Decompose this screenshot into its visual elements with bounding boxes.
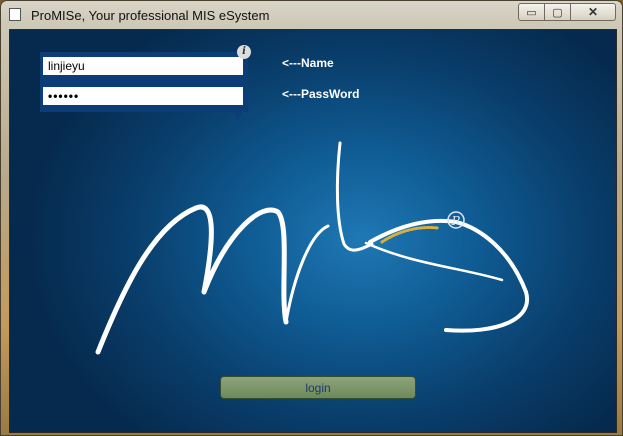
window-title: ProMISe, Your professional MIS eSystem: [31, 8, 270, 23]
app-window: ProMISe, Your professional MIS eSystem ▭…: [0, 0, 623, 436]
close-button[interactable]: ✕: [571, 3, 616, 21]
password-label: <---PassWord: [282, 87, 360, 101]
maximize-icon: ▢: [552, 6, 563, 19]
tooltip-tail: [234, 112, 242, 120]
minimize-button[interactable]: ▭: [518, 3, 545, 21]
app-icon: [9, 8, 21, 21]
name-label: <---Name: [282, 56, 334, 70]
title-bar[interactable]: ProMISe, Your professional MIS eSystem ▭…: [1, 1, 622, 29]
login-panel: R linjieyu •••••• i <---Name <---PassWor…: [9, 29, 617, 433]
registered-mark: R: [450, 214, 460, 228]
login-button[interactable]: login: [220, 376, 416, 399]
info-icon[interactable]: i: [237, 45, 251, 59]
password-input[interactable]: ••••••: [41, 85, 245, 107]
minimize-icon: ▭: [526, 6, 537, 19]
name-input[interactable]: linjieyu: [41, 55, 245, 77]
close-icon: ✕: [587, 5, 599, 19]
maximize-button[interactable]: ▢: [545, 3, 571, 21]
